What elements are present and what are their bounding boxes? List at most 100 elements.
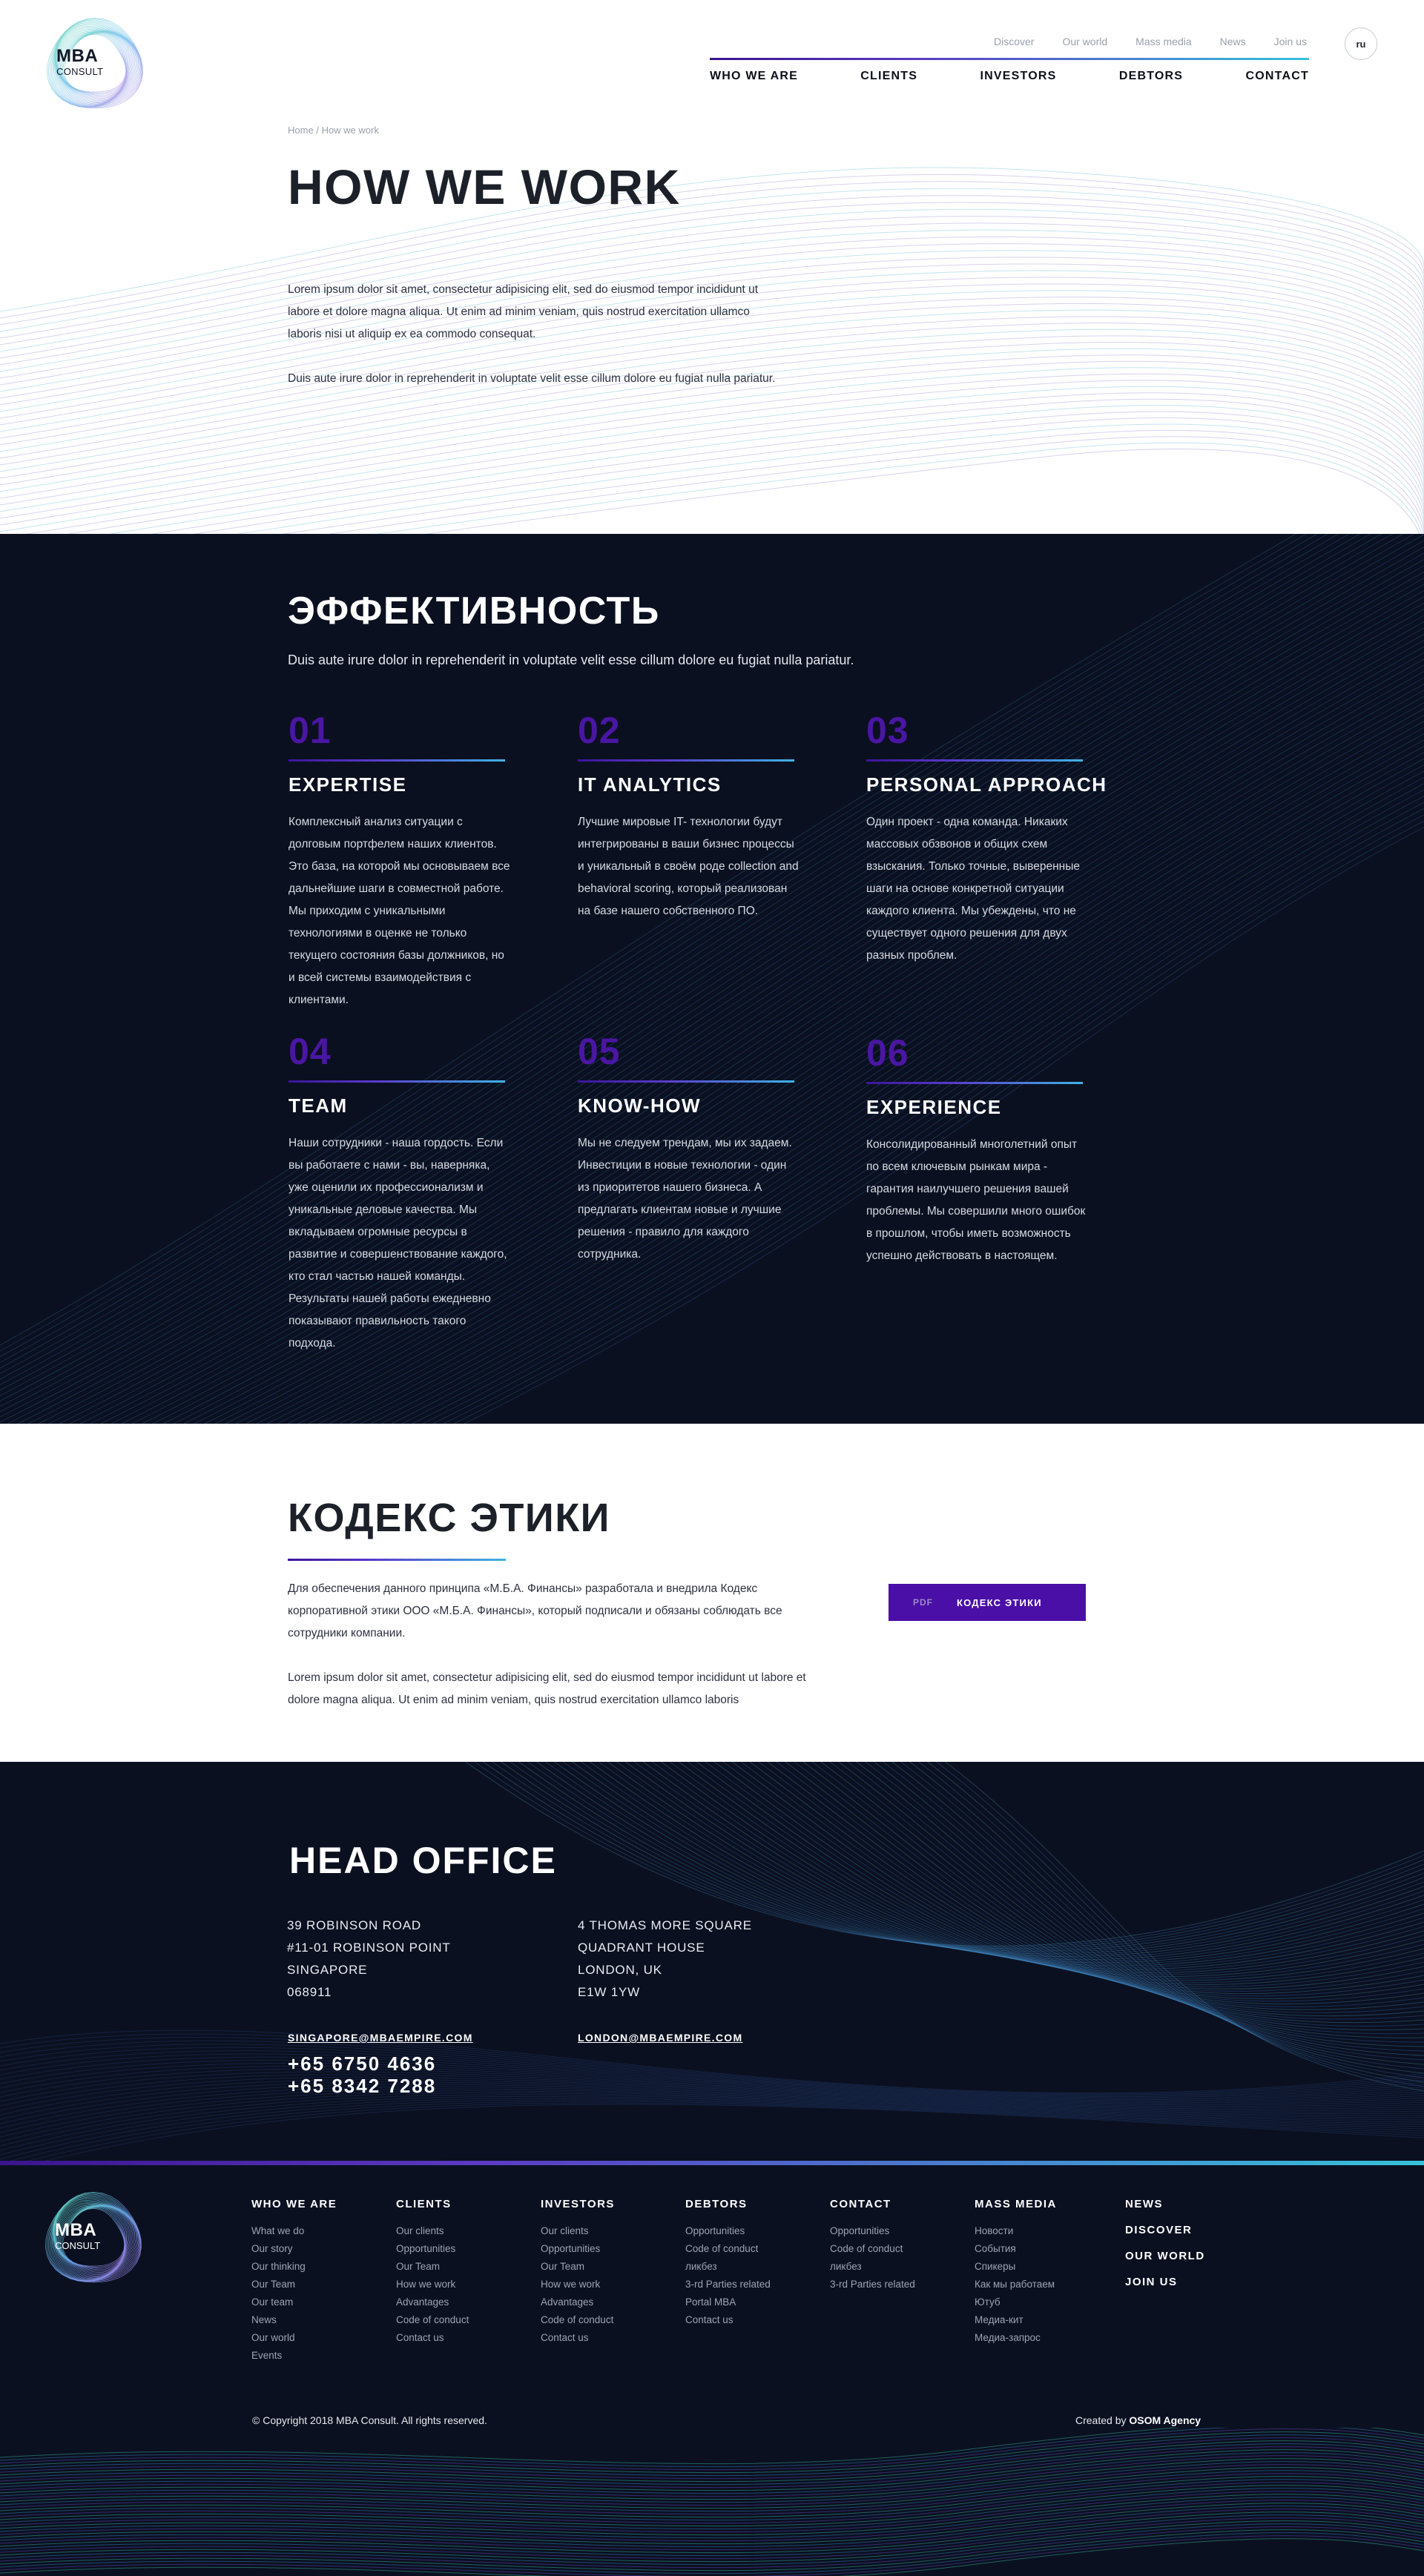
logo-consult-text: CONSULT [56,66,104,77]
singapore-phone-1[interactable]: +65 6750 4636 [288,2052,436,2075]
footer-link[interactable]: События [975,2240,1057,2258]
copyright-text: © Copyright 2018 MBA Consult. All rights… [252,2414,487,2426]
footer-link[interactable]: Our clients [541,2222,615,2240]
address-line: QUADRANT HOUSE [578,1941,705,1955]
footer-link[interactable]: ликбез [830,2258,915,2276]
footer-link[interactable]: Opportunities [830,2222,915,2240]
footer-news-link[interactable]: NEWS [1125,2198,1205,2210]
footer-link[interactable]: Portal MBA [685,2293,771,2311]
topnav-join-us[interactable]: Join us [1274,36,1307,47]
footer-link[interactable]: Our clients [396,2222,469,2240]
card-text: Один проект - одна команда. Никаких масс… [866,816,1080,962]
site-footer: MBA CONSULT WHO WE ARE What we do Our st… [0,2165,1424,2576]
card-divider [578,1080,794,1083]
language-switch-button[interactable]: ru [1345,27,1377,60]
footer-link[interactable]: Code of conduct [396,2311,469,2329]
footer-link[interactable]: Спикеры [975,2258,1057,2276]
topnav-discover[interactable]: Discover [994,36,1034,47]
card-text: Лучшие мировые IT- технологии будут инте… [578,816,799,917]
footer-link[interactable]: Opportunities [685,2222,771,2240]
footer-link[interactable]: Our Team [541,2258,615,2276]
footer-col-title[interactable]: MASS MEDIA [975,2198,1057,2210]
card-divider [866,759,1083,762]
footer-link[interactable]: Новости [975,2222,1057,2240]
footer-col-clients: CLIENTS Our clients Opportunities Our Te… [396,2198,469,2347]
topnav-mass-media[interactable]: Mass media [1135,36,1191,47]
footer-link[interactable]: Contact us [685,2311,771,2329]
footer-col-title[interactable]: CONTACT [830,2198,915,2210]
footer-discover-link[interactable]: DISCOVER [1125,2224,1205,2236]
footer-link[interactable]: 3-rd Parties related [830,2276,915,2293]
footer-link[interactable]: Our Team [396,2258,469,2276]
address-line: 068911 [287,1985,332,1999]
topnav-news[interactable]: News [1220,36,1246,47]
card-title: KNOW-HOW [578,1094,701,1117]
footer-link[interactable]: Our thinking [251,2258,337,2276]
footer-link[interactable]: ликбез [685,2258,771,2276]
download-ethics-code-button[interactable]: PDF КОДЕКС ЭТИКИ [889,1584,1086,1621]
logo[interactable]: MBA CONSULT [44,15,145,116]
address-line: 39 ROBINSON ROAD [287,1918,421,1932]
footer-link[interactable]: Our Team [251,2276,337,2293]
card-personal-approach: 03 PERSONAL APPROACH Один проект - одна … [866,712,1111,967]
card-text: Мы не следуем трендам, мы их задаем. Инв… [578,1137,792,1261]
footer-link[interactable]: How we work [541,2276,615,2293]
address-line: 4 THOMAS MORE SQUARE [578,1918,752,1932]
ethics-section: КОДЕКС ЭТИКИ Для обеспечения данного при… [0,1424,1424,1762]
breadcrumb-current: How we work [321,125,379,136]
mainnav-investors[interactable]: INVESTORS [980,70,1057,83]
footer-link[interactable]: Advantages [396,2293,469,2311]
mainnav-contact[interactable]: CONTACT [1246,70,1309,83]
efficiency-section: ЭФФЕКТИВНОСТЬ Duis aute irure dolor in r… [0,534,1424,1424]
mainnav-who-we-are[interactable]: WHO WE ARE [710,70,798,83]
mainnav-clients[interactable]: CLIENTS [860,70,917,83]
footer-link[interactable]: News [251,2311,337,2329]
footer-link[interactable]: Advantages [541,2293,615,2311]
card-title: IT ANALYTICS [578,773,722,796]
footer-link[interactable]: Code of conduct [685,2240,771,2258]
address-line: #11-01 ROBINSON POINT [287,1941,451,1955]
footer-link[interactable]: Contact us [396,2329,469,2347]
address-line: LONDON, UK [578,1963,662,1977]
footer-link[interactable]: Code of conduct [830,2240,915,2258]
footer-link[interactable]: Contact us [541,2329,615,2347]
card-know-how: 05 KNOW-HOW Мы не следуем трендам, мы их… [578,1033,800,1266]
footer-col-title[interactable]: CLIENTS [396,2198,469,2210]
singapore-phone-2[interactable]: +65 8342 7288 [288,2075,436,2097]
footer-link[interactable]: Events [251,2347,337,2365]
breadcrumb-home[interactable]: Home [288,125,314,136]
topnav-our-world[interactable]: Our world [1062,36,1107,47]
card-title: EXPERIENCE [866,1096,1002,1118]
footer-link[interactable]: Opportunities [396,2240,469,2258]
agency-link[interactable]: OSOM Agency [1129,2414,1201,2426]
footer-link[interactable]: Opportunities [541,2240,615,2258]
card-number: 02 [578,710,621,751]
footer-link[interactable]: 3-rd Parties related [685,2276,771,2293]
card-text: Наши сотрудники - наша гордость. Если вы… [289,1137,507,1350]
footer-link[interactable]: Code of conduct [541,2311,615,2329]
london-email-link[interactable]: LONDON@MBAEMPIRE.COM [578,2032,742,2044]
footer-link[interactable]: Our team [251,2293,337,2311]
footer-link[interactable]: Our world [251,2329,337,2347]
footer-link[interactable]: Ютуб [975,2293,1057,2311]
footer-col-title[interactable]: WHO WE ARE [251,2198,337,2210]
footer-col-title[interactable]: INVESTORS [541,2198,615,2210]
footer-join-us-link[interactable]: JOIN US [1125,2276,1205,2288]
footer-link[interactable]: Как мы работаем [975,2276,1057,2293]
footer-link[interactable]: What we do [251,2222,337,2240]
footer-logo[interactable]: MBA CONSULT [43,2189,144,2290]
footer-link[interactable]: How we work [396,2276,469,2293]
footer-col-title[interactable]: DEBTORS [685,2198,771,2210]
mainnav-debtors[interactable]: DEBTORS [1119,70,1183,83]
footer-link[interactable]: Our story [251,2240,337,2258]
card-number: 01 [289,710,332,751]
footer-col-investors: INVESTORS Our clients Opportunities Our … [541,2198,615,2347]
singapore-email-link[interactable]: SINGAPORE@MBAEMPIRE.COM [288,2032,473,2044]
site-header: MBA CONSULT Discover Our world Mass medi… [0,0,1424,119]
footer-our-world-link[interactable]: OUR WORLD [1125,2250,1205,2262]
logo-mba-text: MBA [56,46,99,66]
footer-link[interactable]: Медиа-запрос [975,2329,1057,2347]
footer-col-who-we-are: WHO WE ARE What we do Our story Our thin… [251,2198,337,2365]
card-number: 04 [289,1031,332,1072]
footer-link[interactable]: Медиа-кит [975,2311,1057,2329]
